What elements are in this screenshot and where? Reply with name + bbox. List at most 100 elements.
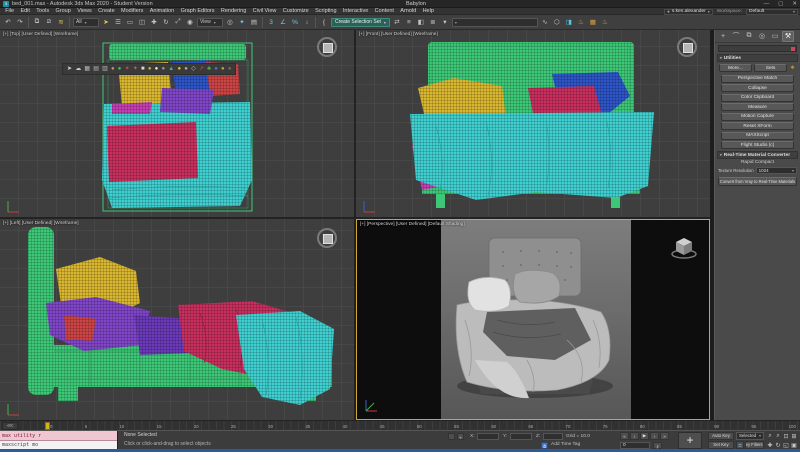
keyboard-override-icon[interactable]: ▤ [249,17,259,28]
select-and-link-icon[interactable]: ⧉ [32,17,42,28]
go-to-start-button[interactable]: « [620,432,629,440]
previous-frame-button[interactable]: ‹ [630,432,639,440]
macro-recorder-line[interactable]: max utility r [0,431,117,441]
mini-toolbar-icon[interactable]: ● [184,64,188,74]
menu-item[interactable]: Animation [147,8,178,15]
render-production-icon[interactable]: ♨ [600,17,610,28]
color-swatch[interactable] [791,47,795,51]
mirror-icon[interactable]: ⇄ [392,17,402,28]
menu-item[interactable]: Rendering [218,8,250,15]
select-and-place-icon[interactable]: ◉ [185,17,195,28]
layer-explorer-icon[interactable]: ≣ [428,17,438,28]
top-viewport-canvas[interactable] [0,30,355,218]
mini-toolbar-icon[interactable]: ☁ [75,64,81,74]
select-and-move-icon[interactable]: ✚ [149,17,159,28]
separator[interactable] [28,17,29,28]
mini-toolbar-icon[interactable]: ▦ [84,64,90,74]
play-button[interactable]: ▶ [640,432,649,440]
viewport-top-label[interactable]: [+] [Top] [User Defined] [Wireframe] [3,32,78,37]
material-editor-icon[interactable]: ◨ [564,17,574,28]
select-and-scale-icon[interactable]: ⤢ [173,17,183,28]
rendered-frame-icon[interactable]: ▦ [588,17,598,28]
add-key-button[interactable]: + [678,432,702,449]
modify-tab[interactable]: ⌒ [730,31,742,42]
perspective-viewport-canvas[interactable] [357,220,710,419]
mini-toolbar-icon[interactable]: ▥ [102,64,108,74]
mini-toolbar-icon[interactable]: ● [177,64,181,74]
zoom-all-button[interactable]: ⌕ [774,432,782,441]
current-frame-field[interactable]: 0 [620,442,650,449]
utility-button[interactable]: Flight Studio (c) [721,141,794,149]
select-by-name-icon[interactable]: ☰ [113,17,123,28]
utilities-tab[interactable]: ⚒ [782,31,794,42]
render-setup-icon[interactable]: ♨ [576,17,586,28]
mini-toolbar-icon[interactable]: ➤ [67,64,72,74]
separator[interactable] [262,17,263,28]
viewcube[interactable] [316,36,340,60]
utilities-rollout-header[interactable]: ▾ Utilities [717,54,798,62]
mini-toolbar-icon[interactable]: ● [118,64,122,74]
viewcube[interactable] [676,36,700,60]
panel-scroll-field[interactable] [718,45,797,52]
minimize-icon[interactable]: — [764,0,770,8]
mini-toolbar-icon[interactable]: ● [221,64,225,74]
display-tab[interactable]: ▭ [769,31,781,42]
next-frame-button[interactable]: › [650,432,659,440]
workspace-select[interactable]: Default ▾ [746,9,798,15]
menu-item[interactable]: Create [95,8,118,15]
timeline-left-icon[interactable]: ⋘ [2,422,18,430]
spinner-snap-icon[interactable]: ↕ [302,17,312,28]
select-and-manipulate-icon[interactable]: ✦ [237,17,247,28]
mini-toolbar-icon[interactable]: ● [161,64,165,74]
zoom-button[interactable]: ⌕ [766,432,774,441]
ribbon-toggle-icon[interactable]: ▾ [440,17,450,28]
scene-explorer-icon[interactable]: ◧ [416,17,426,28]
schematic-view-icon[interactable]: ⬡ [552,17,562,28]
viewport-left-label[interactable]: [+] [Left] [User Defined] [Wireframe] [3,221,79,226]
rtmc-rollout-header[interactable]: ▾ Real-Time Material Converter [717,151,798,159]
menu-item[interactable]: Civil View [249,8,279,15]
viewport-top[interactable]: [+] [Top] [User Defined] [Wireframe] ➤☁▦… [0,30,355,218]
selection-region-icon[interactable]: ▭ [125,17,135,28]
menu-item[interactable]: Tools [33,8,52,15]
set-key-button[interactable]: Set Key [708,441,734,449]
key-mode-select[interactable]: Selected ▾ [736,432,764,440]
utility-button[interactable]: Motion Capture [721,113,794,121]
close-icon[interactable]: ✕ [792,0,797,8]
motion-tab[interactable]: ◎ [756,31,768,42]
percent-snap-icon[interactable]: % [290,17,300,28]
texture-resolution-select[interactable]: 1024 ▾ [756,167,797,174]
utility-button[interactable]: Collapse [721,84,794,92]
viewport-left[interactable]: [+] [Left] [User Defined] [Wireframe] [0,219,355,420]
redo-icon[interactable]: ↷ [15,17,25,28]
convert-materials-button[interactable]: Convert from Vray to Real-Time Materials [718,177,797,186]
menu-item[interactable]: Group [52,8,74,15]
time-tag-icon[interactable]: ⏱ [541,442,548,449]
mini-toolbar-icon[interactable]: ■ [141,64,145,74]
undo-icon[interactable]: ↶ [3,17,13,28]
utility-button[interactable]: Reset XForm [721,122,794,130]
zoom-extents-all-button[interactable]: ⊞ [790,432,798,441]
separator[interactable] [315,17,316,28]
utility-button[interactable]: Color Clipboard [721,94,794,102]
auto-key-button[interactable]: Auto Key [708,432,734,440]
curve-editor-icon[interactable]: ∿ [540,17,550,28]
angle-snap-icon[interactable]: ∠ [278,17,288,28]
mini-toolbar-icon[interactable]: ● [111,64,115,74]
named-selection-sets-combo[interactable] [452,18,538,27]
viewcube-3d[interactable] [669,232,699,262]
unlink-selection-icon[interactable]: ⧄ [44,17,54,28]
window-crossing-icon[interactable]: ◫ [137,17,147,28]
maximize-icon[interactable]: ▢ [778,0,783,8]
utility-button[interactable]: MAXScript [721,132,794,140]
maxscript-mini-listener[interactable]: max utility r maxscript mo [0,431,118,450]
key-mode-toggle[interactable]: ⚷ [653,442,662,449]
utility-sets-icon[interactable]: ❖ [789,65,796,71]
viewcube[interactable] [316,227,340,251]
mini-toolbar-icon[interactable]: ● [228,64,232,74]
viewport-perspective[interactable]: [+] [Perspective] [User Defined] [Defaul… [356,219,710,420]
zoom-extents-button[interactable]: ⊡ [782,432,790,441]
select-object-icon[interactable]: ➤ [101,17,111,28]
add-time-tag[interactable]: Add Time Tag [551,442,580,447]
mini-toolbar-icon[interactable]: ↗ [199,64,204,74]
